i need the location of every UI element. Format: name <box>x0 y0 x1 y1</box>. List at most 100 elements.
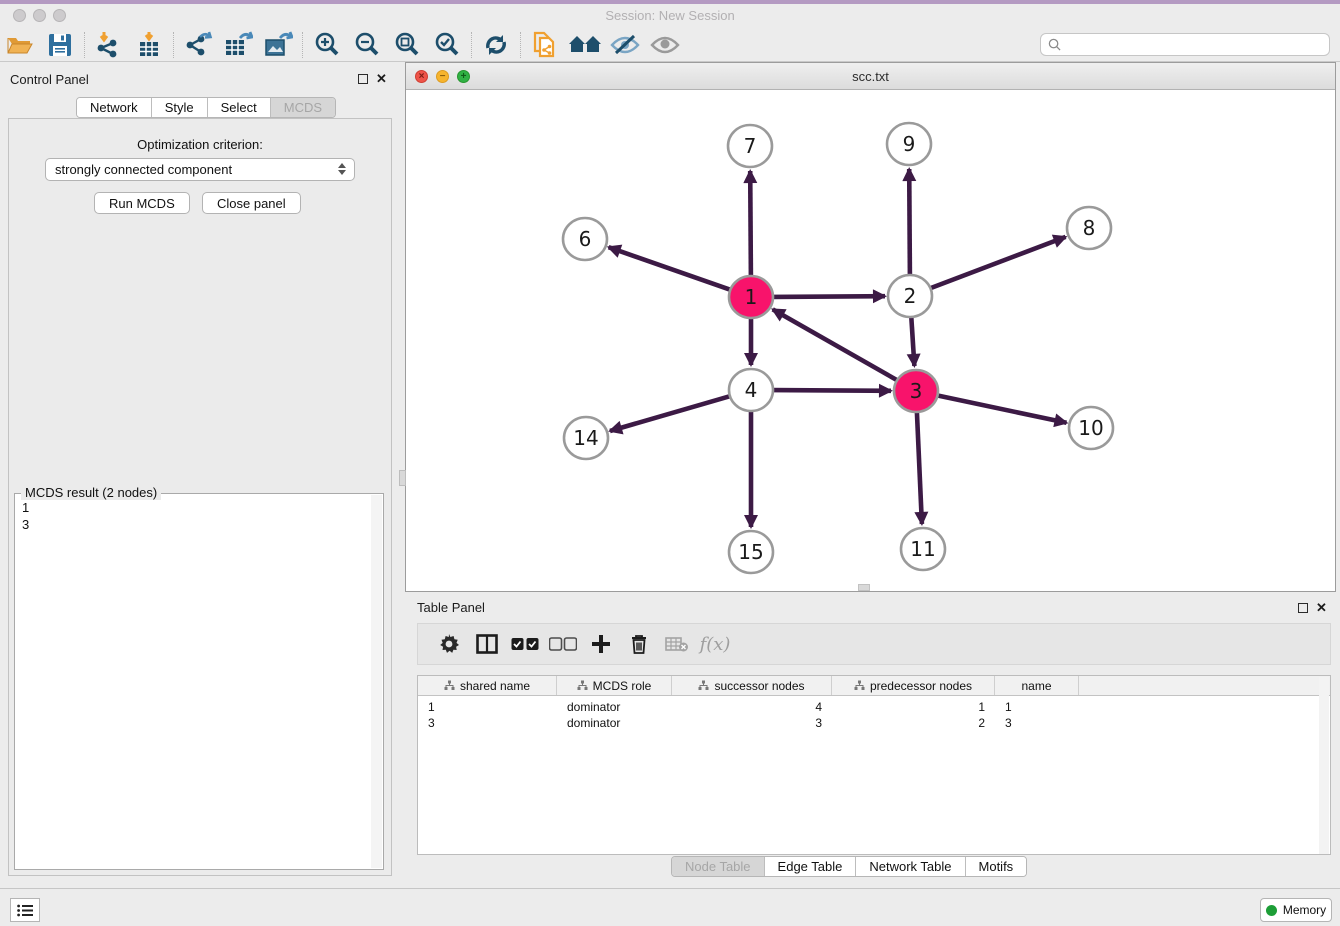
memory-label: Memory <box>1283 903 1326 917</box>
export-image-icon[interactable] <box>258 30 298 60</box>
gear-icon[interactable] <box>430 634 468 654</box>
export-network-icon[interactable] <box>178 30 218 60</box>
svg-text:15: 15 <box>738 540 763 564</box>
result-line: 3 <box>22 516 376 533</box>
list-icon <box>17 904 33 917</box>
criterion-value: strongly connected component <box>55 162 232 177</box>
node-table[interactable]: shared name MCDS role successor nodes pr… <box>417 675 1331 855</box>
svg-text:6: 6 <box>579 227 592 251</box>
main-toolbar <box>0 28 1340 62</box>
svg-text:7: 7 <box>744 134 757 158</box>
table-panel: Table Panel ✕ f(x) shared name MCDS <box>405 592 1340 884</box>
toolbar-separator <box>302 32 303 58</box>
zoom-in-icon[interactable] <box>307 30 347 60</box>
float-table-panel-icon[interactable] <box>1298 603 1308 613</box>
memory-status-icon <box>1266 905 1277 916</box>
svg-text:10: 10 <box>1078 416 1103 440</box>
clone-network-icon[interactable] <box>525 30 565 60</box>
float-panel-icon[interactable] <box>358 74 368 84</box>
column-header[interactable]: name <box>995 676 1079 695</box>
app-titlebar: Session: New Session <box>0 4 1340 28</box>
table-row[interactable]: 1 dominator 4 1 1 <box>418 699 1330 715</box>
export-table-icon[interactable] <box>218 30 258 60</box>
deselect-all-checkboxes-icon[interactable] <box>544 637 582 651</box>
open-session-icon[interactable] <box>0 30 40 60</box>
close-panel-icon[interactable]: ✕ <box>376 71 387 87</box>
table-toolbar: f(x) <box>417 623 1331 665</box>
graph-edge <box>772 390 891 391</box>
tab-style[interactable]: Style <box>151 98 207 117</box>
column-header[interactable]: MCDS role <box>557 676 672 695</box>
search-input[interactable] <box>1066 38 1329 52</box>
horizontal-splitter-grip[interactable] <box>858 584 870 591</box>
toolbar-separator <box>520 32 521 58</box>
graph-edge <box>917 412 922 524</box>
control-panel-tabs: Network Style Select MCDS <box>76 97 336 118</box>
graph-edge <box>930 237 1066 289</box>
svg-text:4: 4 <box>745 378 758 402</box>
refresh-view-icon[interactable] <box>476 30 516 60</box>
toolbar-separator <box>84 32 85 58</box>
table-tabs: Node Table Edge Table Network Table Moti… <box>671 856 1027 877</box>
save-session-icon[interactable] <box>40 30 80 60</box>
svg-text:11: 11 <box>910 537 935 561</box>
select-all-checkboxes-icon[interactable] <box>506 637 544 651</box>
result-scrollbar[interactable] <box>371 495 382 868</box>
tab-motifs[interactable]: Motifs <box>965 857 1027 876</box>
table-scrollbar[interactable] <box>1319 677 1329 854</box>
import-table-icon[interactable] <box>129 30 169 60</box>
search-icon <box>1048 38 1061 51</box>
delete-column-icon[interactable] <box>620 633 658 655</box>
vertical-splitter-grip[interactable] <box>399 470 406 486</box>
tab-edge-table[interactable]: Edge Table <box>764 857 856 876</box>
tab-node-table[interactable]: Node Table <box>672 857 764 876</box>
toolbar-separator <box>471 32 472 58</box>
minimize-window-icon[interactable] <box>33 9 46 22</box>
search-box[interactable] <box>1040 33 1330 56</box>
close-table-panel-icon[interactable]: ✕ <box>1316 600 1327 616</box>
mcds-result-group: MCDS result (2 nodes) 1 3 <box>14 493 384 870</box>
function-builder-icon[interactable]: f(x) <box>696 634 734 655</box>
home-views-icon[interactable] <box>565 30 605 60</box>
graph-edge <box>609 247 732 290</box>
optimization-criterion-label: Optimization criterion: <box>0 137 400 152</box>
tab-select[interactable]: Select <box>207 98 270 117</box>
run-mcds-button[interactable]: Run MCDS <box>94 192 190 214</box>
column-header[interactable]: successor nodes <box>672 676 832 695</box>
import-network-icon[interactable] <box>89 30 129 60</box>
dropdown-stepper-icon <box>338 163 346 175</box>
task-history-button[interactable] <box>10 898 40 922</box>
close-window-icon[interactable] <box>13 9 26 22</box>
memory-button[interactable]: Memory <box>1260 898 1332 922</box>
table-header-row: shared name MCDS role successor nodes pr… <box>418 676 1330 696</box>
network-window-titlebar[interactable]: × − + scc.txt <box>406 63 1335 90</box>
hide-eye-icon[interactable] <box>605 30 645 60</box>
traffic-lights[interactable] <box>13 9 73 27</box>
criterion-dropdown[interactable]: strongly connected component <box>45 158 355 181</box>
window-title: Session: New Session <box>0 4 1340 28</box>
graph-edge <box>937 395 1067 423</box>
zoom-window-icon[interactable] <box>53 9 66 22</box>
svg-text:8: 8 <box>1083 216 1096 240</box>
tab-mcds[interactable]: MCDS <box>270 98 335 117</box>
graph-edge <box>909 169 910 275</box>
column-header[interactable]: predecessor nodes <box>832 676 995 695</box>
control-panel-title: Control Panel <box>10 72 89 87</box>
close-panel-button[interactable]: Close panel <box>202 192 301 214</box>
mcds-result-list[interactable]: 1 3 <box>15 494 383 538</box>
tab-network-table[interactable]: Network Table <box>855 857 964 876</box>
zoom-selected-icon[interactable] <box>427 30 467 60</box>
column-header[interactable]: shared name <box>418 676 557 695</box>
show-eye-icon[interactable] <box>645 30 685 60</box>
network-view-title: scc.txt <box>406 63 1335 90</box>
zoom-out-icon[interactable] <box>347 30 387 60</box>
add-column-icon[interactable] <box>582 634 620 654</box>
tab-network[interactable]: Network <box>77 98 151 117</box>
network-graph-canvas[interactable]: 7968124314101511 <box>406 90 1335 591</box>
status-bar: Memory <box>0 888 1340 926</box>
svg-text:14: 14 <box>573 426 598 450</box>
delete-table-icon[interactable] <box>658 635 696 653</box>
columns-icon[interactable] <box>468 634 506 654</box>
table-row[interactable]: 3 dominator 3 2 3 <box>418 715 1330 731</box>
zoom-fit-icon[interactable] <box>387 30 427 60</box>
